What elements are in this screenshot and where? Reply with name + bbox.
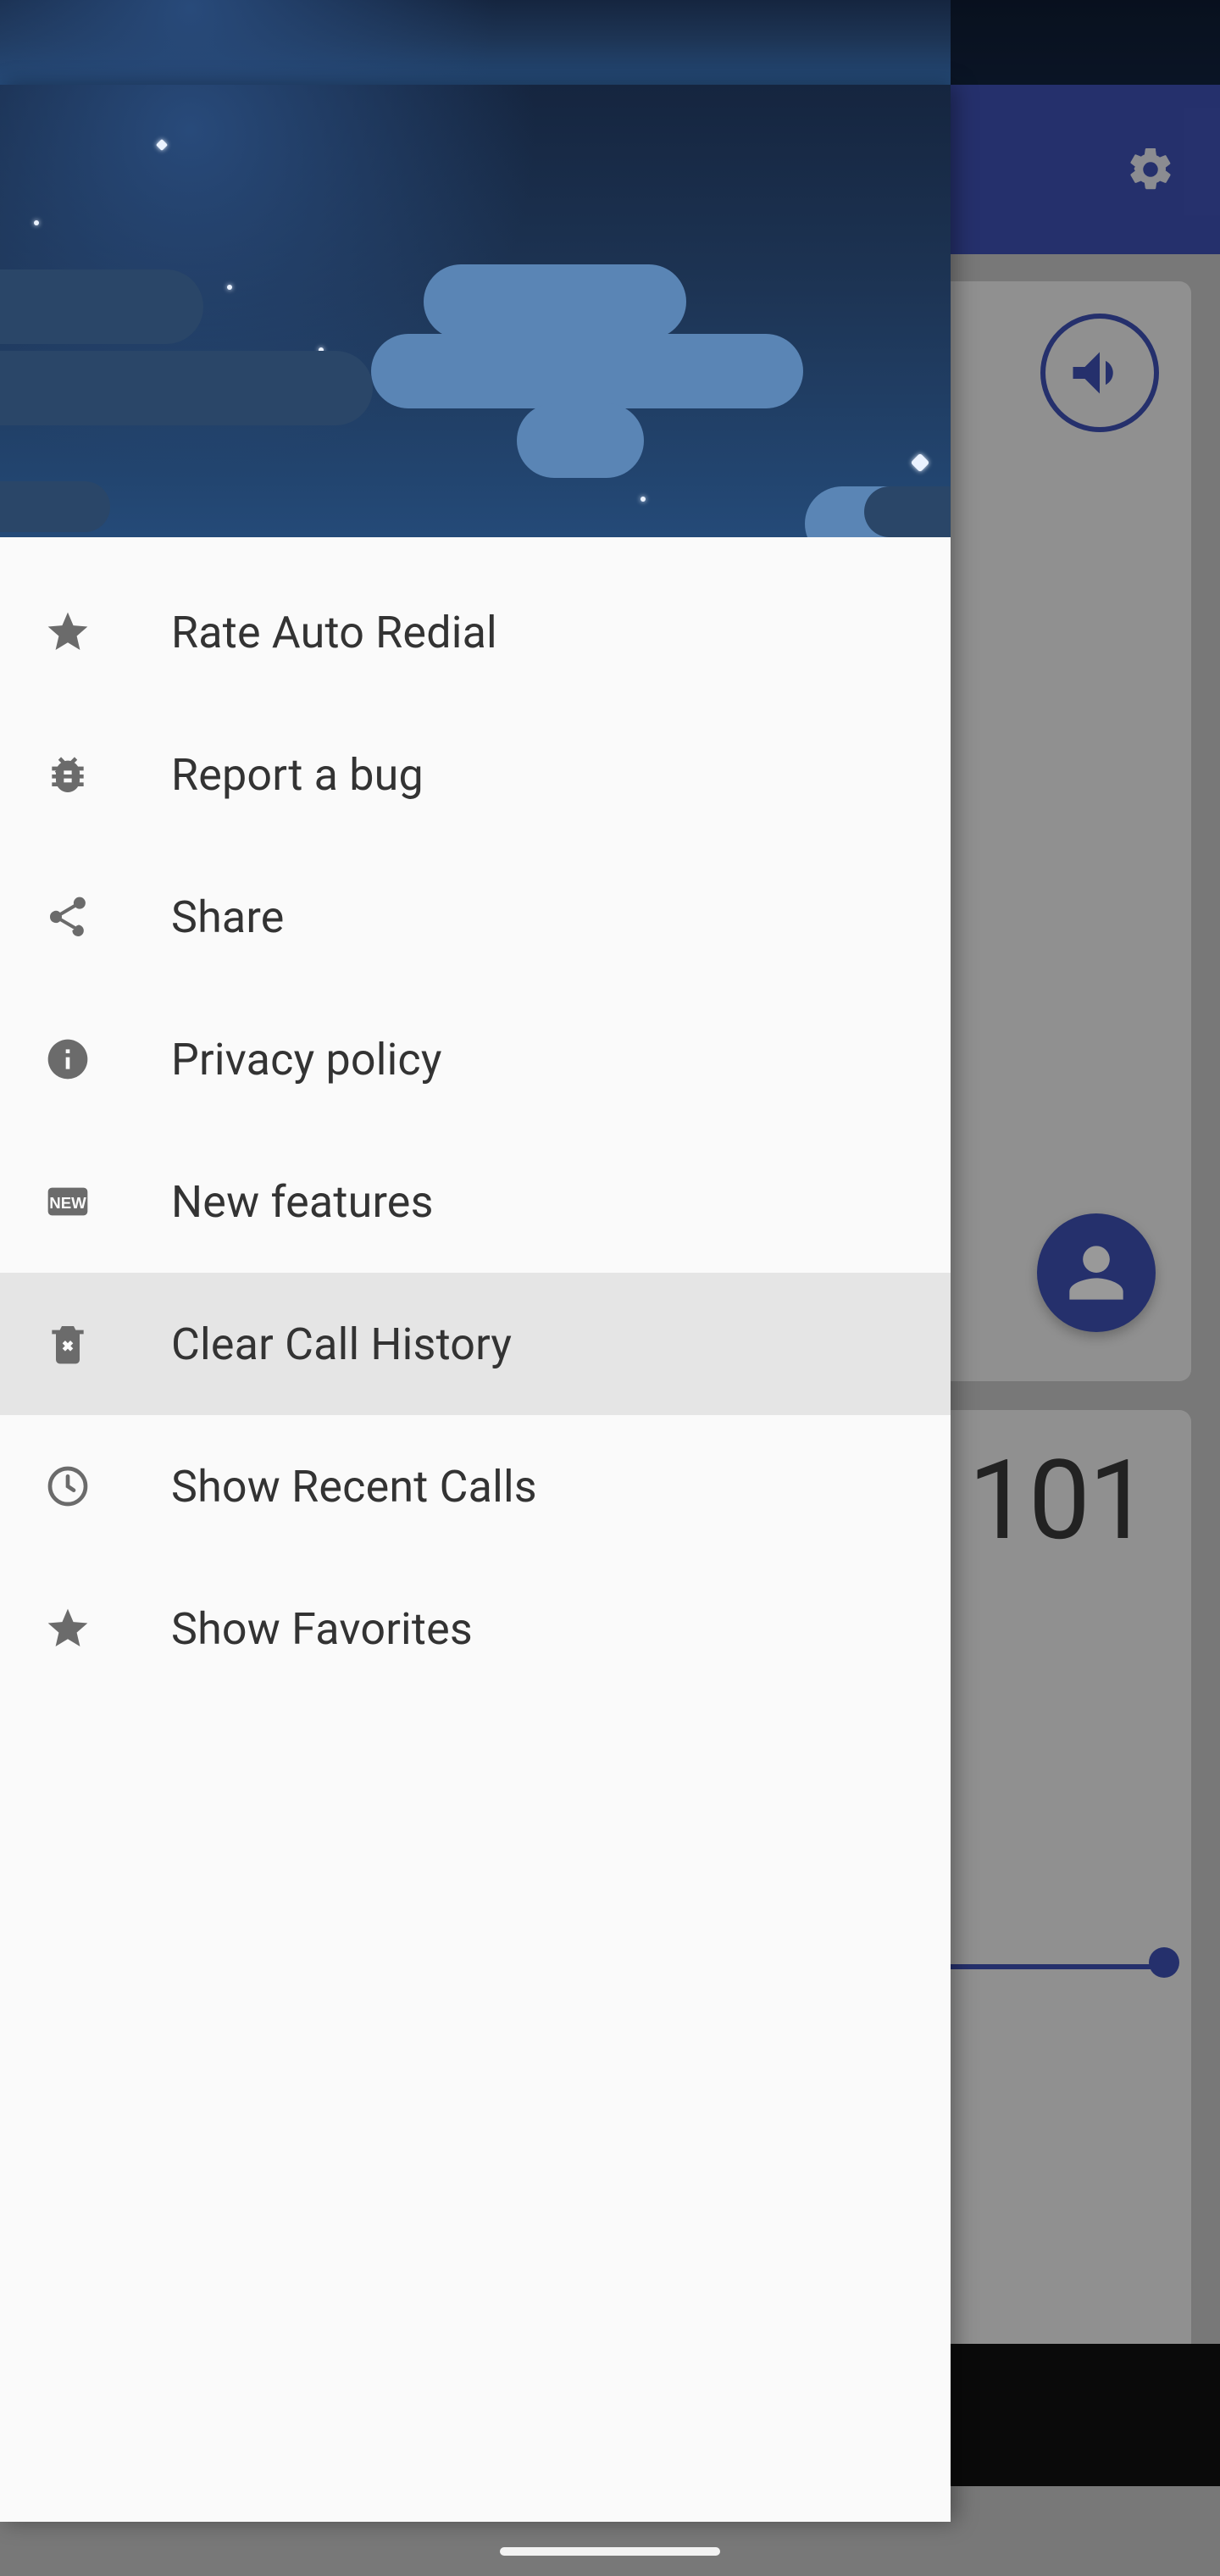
menu-item-label: Clear Call History <box>171 1319 512 1370</box>
menu-item-label: Rate Auto Redial <box>171 607 497 658</box>
system-nav-indicator[interactable] <box>500 2547 720 2556</box>
menu-item-label: Show Recent Calls <box>171 1461 537 1513</box>
menu-item-new-features[interactable]: NEW New features <box>0 1130 951 1273</box>
menu-item-label: Share <box>171 891 285 943</box>
cloud-shape <box>424 264 686 339</box>
info-icon <box>44 1035 92 1083</box>
drawer-header-overflow <box>0 0 951 85</box>
menu-item-label: Show Favorites <box>171 1603 473 1655</box>
menu-item-clear-history[interactable]: Clear Call History <box>0 1273 951 1415</box>
cloud-shape <box>0 351 373 425</box>
menu-item-label: Privacy policy <box>171 1034 442 1085</box>
menu-item-rate[interactable]: Rate Auto Redial <box>0 561 951 703</box>
cloud-shape <box>0 481 110 532</box>
svg-text:NEW: NEW <box>49 1194 86 1212</box>
cloud-shape <box>517 403 644 478</box>
menu-item-label: Report a bug <box>171 749 424 801</box>
menu-item-recent-calls[interactable]: Show Recent Calls <box>0 1415 951 1557</box>
star-icon <box>640 497 646 502</box>
clock-icon <box>44 1463 92 1510</box>
cloud-shape <box>371 334 803 408</box>
share-icon <box>44 893 92 941</box>
star-icon <box>227 285 232 290</box>
new-badge-icon: NEW <box>44 1178 92 1225</box>
drawer-header <box>0 85 951 537</box>
trash-icon <box>44 1320 92 1368</box>
star-icon <box>34 220 39 225</box>
cloud-shape <box>864 486 951 537</box>
cloud-shape <box>0 269 203 344</box>
menu-item-label: New features <box>171 1176 434 1228</box>
drawer-menu: Rate Auto Redial Report a bug Share Priv… <box>0 537 951 2522</box>
menu-item-share[interactable]: Share <box>0 846 951 988</box>
menu-item-show-favorites[interactable]: Show Favorites <box>0 1557 951 1700</box>
navigation-drawer: Rate Auto Redial Report a bug Share Priv… <box>0 85 951 2522</box>
menu-item-privacy[interactable]: Privacy policy <box>0 988 951 1130</box>
star-icon <box>44 1605 92 1652</box>
menu-item-report-bug[interactable]: Report a bug <box>0 703 951 846</box>
star-icon <box>44 608 92 656</box>
bug-icon <box>44 751 92 798</box>
